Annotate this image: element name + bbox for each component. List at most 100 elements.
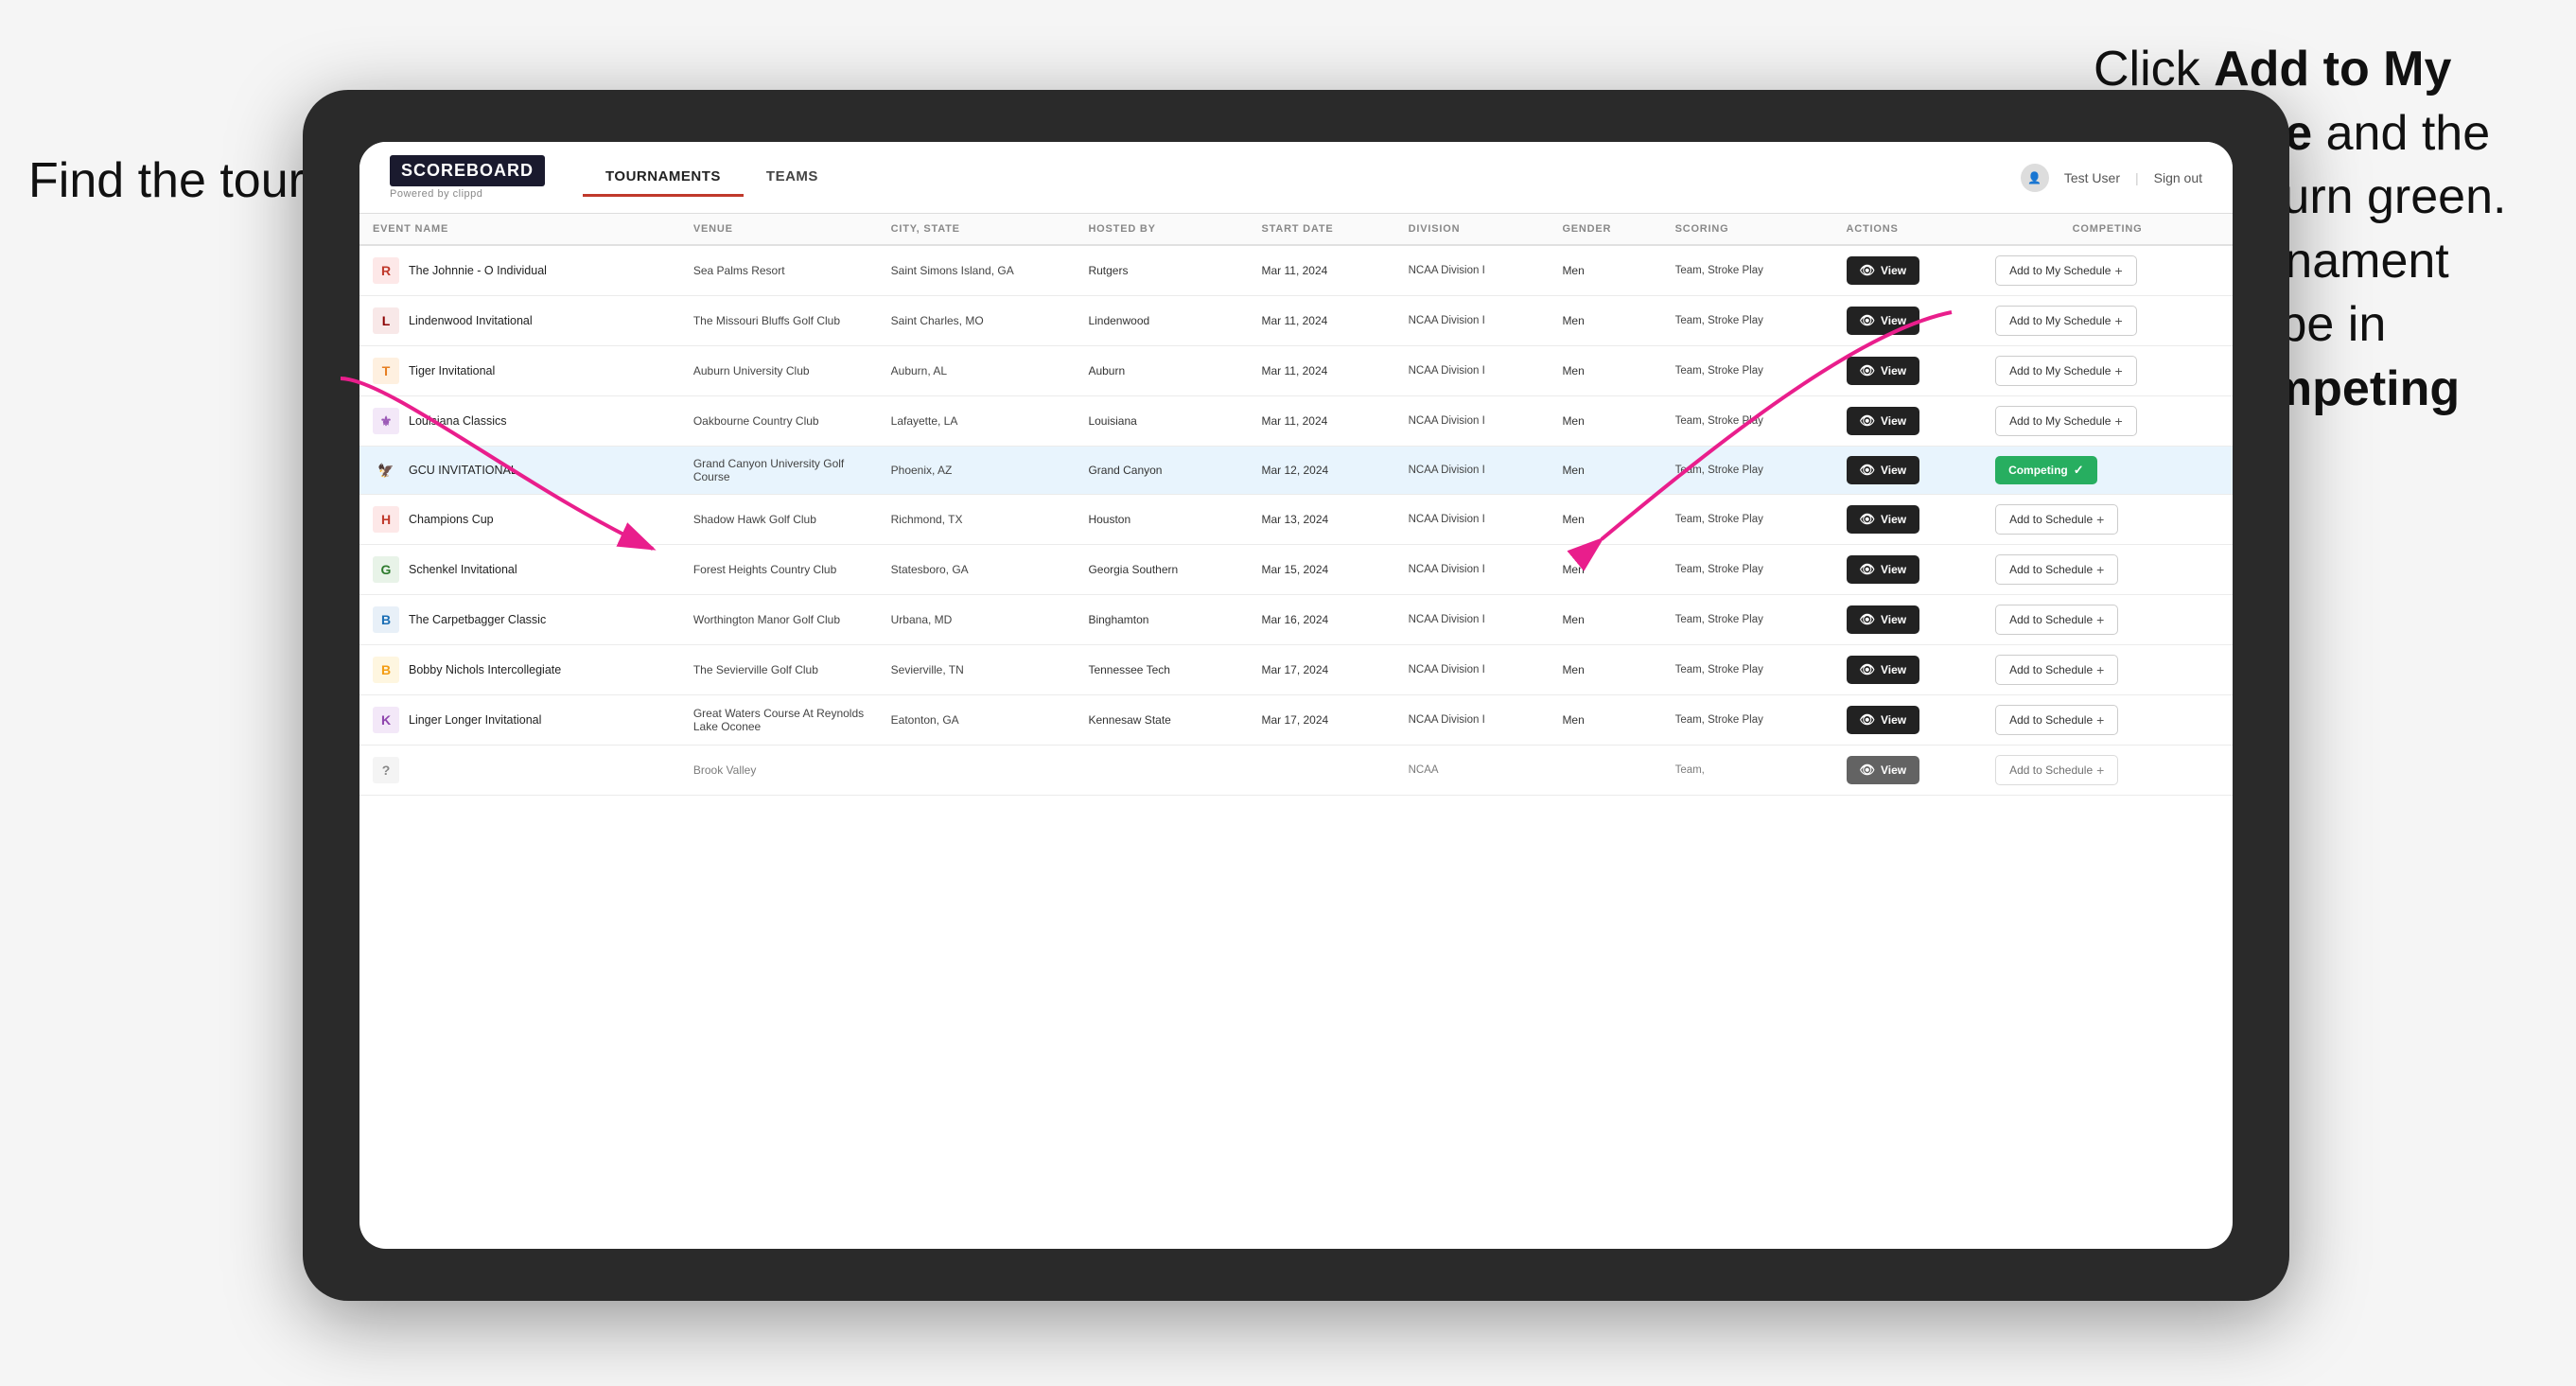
gender-cell: Men [1549,545,1661,595]
gender-cell: Men [1549,346,1661,396]
add-to-schedule-button[interactable]: Add to Schedule + [1995,755,2118,785]
city-state-cell: Saint Charles, MO [878,296,1076,346]
team-logo: H [373,506,399,533]
venue-cell: The Missouri Bluffs Golf Club [680,296,878,346]
view-label: View [1881,364,1906,377]
table-row: H Champions Cup Shadow Hawk Golf ClubRic… [359,495,2233,545]
venue-cell: Auburn University Club [680,346,878,396]
table-row: ⚜ Louisiana Classics Oakbourne Country C… [359,396,2233,447]
venue-cell: Worthington Manor Golf Club [680,595,878,645]
plus-icon: + [2114,313,2122,328]
scoring-cell: Team, Stroke Play [1662,346,1833,396]
view-label: View [1881,613,1906,626]
team-logo: L [373,307,399,334]
team-logo: R [373,257,399,284]
competing-cell: Add to My Schedule + [1982,346,2233,396]
eye-icon: 👁 [1860,662,1876,677]
start-date-cell: Mar 11, 2024 [1248,296,1394,346]
nav-tabs: TOURNAMENTS TEAMS [583,159,2021,197]
view-button[interactable]: 👁 View [1847,706,1920,734]
table-row: 🦅 GCU INVITATIONAL Grand Canyon Universi… [359,447,2233,495]
col-venue: VENUE [680,214,878,245]
view-button[interactable]: 👁 View [1847,555,1920,584]
table-row: ? Brook Valley NCAA Team, 👁 View Add to … [359,746,2233,796]
start-date-cell: Mar 17, 2024 [1248,695,1394,746]
add-to-schedule-button[interactable]: Add to Schedule + [1995,554,2118,585]
event-name-text: Tiger Invitational [409,364,495,377]
hosted-by-cell: Lindenwood [1075,296,1248,346]
actions-cell: 👁 View [1833,545,1983,595]
view-button[interactable]: 👁 View [1847,307,1920,335]
event-name-cell: ? [359,746,680,796]
plus-icon: + [2096,612,2104,627]
city-state-cell: Eatonton, GA [878,695,1076,746]
city-state-cell: Sevierville, TN [878,645,1076,695]
view-button[interactable]: 👁 View [1847,357,1920,385]
eye-icon: 👁 [1860,413,1876,429]
event-name-cell: K Linger Longer Invitational [359,695,680,746]
actions-cell: 👁 View [1833,746,1983,796]
scoring-cell: Team, Stroke Play [1662,296,1833,346]
view-label: View [1881,713,1906,727]
event-name-text: Linger Longer Invitational [409,713,541,727]
actions-cell: 👁 View [1833,695,1983,746]
hosted-by-cell: Auburn [1075,346,1248,396]
check-icon: ✓ [2074,463,2084,478]
add-to-schedule-button[interactable]: Add to Schedule + [1995,605,2118,635]
add-schedule-label: Add to My Schedule [2009,264,2111,277]
sign-out-link[interactable]: Sign out [2154,170,2202,185]
add-schedule-label: Add to Schedule [2009,763,2093,777]
competing-cell: Add to Schedule + [1982,645,2233,695]
division-cell: NCAA Division I [1395,695,1550,746]
view-label: View [1881,464,1906,477]
tab-teams[interactable]: TEAMS [744,159,841,197]
gender-cell: Men [1549,396,1661,447]
city-state-cell: Saint Simons Island, GA [878,245,1076,296]
actions-cell: 👁 View [1833,396,1983,447]
team-logo: ⚜ [373,408,399,434]
add-to-schedule-button[interactable]: Add to Schedule + [1995,705,2118,735]
event-name-text: Bobby Nichols Intercollegiate [409,663,561,676]
view-button[interactable]: 👁 View [1847,656,1920,684]
add-to-schedule-button[interactable]: Add to My Schedule + [1995,356,2137,386]
add-schedule-label: Add to Schedule [2009,613,2093,626]
tab-tournaments[interactable]: TOURNAMENTS [583,159,744,197]
view-button[interactable]: 👁 View [1847,505,1920,534]
view-button[interactable]: 👁 View [1847,256,1920,285]
add-to-schedule-button[interactable]: Add to Schedule + [1995,655,2118,685]
team-logo: B [373,606,399,633]
competing-cell: Add to Schedule + [1982,495,2233,545]
team-logo: B [373,657,399,683]
add-to-schedule-button[interactable]: Add to Schedule + [1995,504,2118,535]
view-button[interactable]: 👁 View [1847,407,1920,435]
hosted-by-cell: Kennesaw State [1075,695,1248,746]
actions-cell: 👁 View [1833,245,1983,296]
view-button[interactable]: 👁 View [1847,756,1920,784]
competing-cell: Add to My Schedule + [1982,245,2233,296]
add-to-schedule-button[interactable]: Add to My Schedule + [1995,255,2137,286]
eye-icon: 👁 [1860,512,1876,527]
division-cell: NCAA Division I [1395,545,1550,595]
event-name-cell: L Lindenwood Invitational [359,296,680,346]
view-button[interactable]: 👁 View [1847,456,1920,484]
competing-cell: Add to Schedule + [1982,746,2233,796]
col-event-name: EVENT NAME [359,214,680,245]
event-name-text: Schenkel Invitational [409,563,517,576]
scoring-cell: Team, Stroke Play [1662,396,1833,447]
add-schedule-label: Add to Schedule [2009,513,2093,526]
view-button[interactable]: 👁 View [1847,605,1920,634]
add-to-schedule-button[interactable]: Add to My Schedule + [1995,306,2137,336]
add-to-schedule-button[interactable]: Add to My Schedule + [1995,406,2137,436]
event-name-text: GCU INVITATIONAL [409,464,517,477]
view-label: View [1881,264,1906,277]
col-scoring: SCORING [1662,214,1833,245]
view-label: View [1881,414,1906,428]
plus-icon: + [2096,763,2104,778]
actions-cell: 👁 View [1833,595,1983,645]
event-name-cell: G Schenkel Invitational [359,545,680,595]
logo-area: SCOREBOARD Powered by clippd [390,155,545,200]
view-label: View [1881,563,1906,576]
competing-button[interactable]: Competing ✓ [1995,456,2097,484]
view-label: View [1881,663,1906,676]
start-date-cell: Mar 17, 2024 [1248,645,1394,695]
